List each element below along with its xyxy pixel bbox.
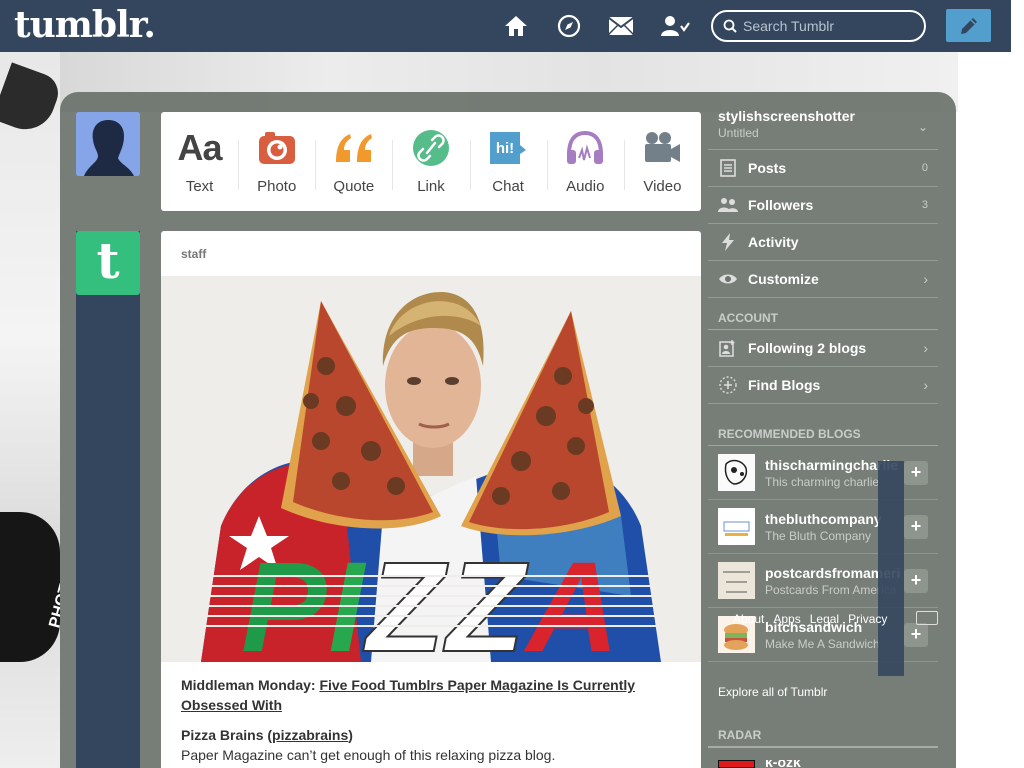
follow-button[interactable]: + [904, 568, 928, 593]
link-icon [411, 128, 451, 168]
radar-section: RADAR [708, 726, 938, 748]
sidebar-item-following[interactable]: Following 2 blogs › [708, 330, 938, 367]
chevron-right-icon: › [923, 340, 928, 356]
radar-blog-name-clip: k-ozk [765, 760, 865, 768]
post-title: Middleman Monday: Five Food Tumblrs Pape… [181, 675, 681, 715]
svg-text:hi!: hi! [496, 140, 514, 157]
footer-links: About Apps Legal Privacy [733, 612, 896, 626]
footer-link-legal[interactable]: Legal [810, 612, 839, 626]
find-blogs-icon [718, 375, 738, 395]
chevron-right-icon: › [923, 377, 928, 393]
sidebar-item-followers[interactable]: Followers 3 [708, 187, 938, 224]
search-input[interactable] [743, 18, 913, 34]
account-user-icon[interactable] [660, 12, 692, 40]
followers-icon [718, 195, 738, 215]
sidebar-item-label: Customize [748, 271, 819, 287]
pizza-lettering: PIZZA [241, 536, 621, 662]
compose-button[interactable] [946, 9, 991, 42]
blog-title: Untitled [718, 126, 759, 140]
sidebar-item-label: Following 2 blogs [748, 340, 867, 356]
post-type-bar: Aa Text Photo Quote Link hi! Chat Audio [161, 112, 701, 211]
radar-blog-avatar[interactable] [718, 760, 755, 768]
lightning-icon [718, 232, 738, 252]
video-camera-icon [642, 128, 682, 168]
radar-blog-name[interactable]: k-ozk [765, 760, 865, 768]
sidebar-item-activity[interactable]: Activity [708, 224, 938, 261]
post-type-chat[interactable]: hi! Chat [469, 112, 547, 211]
sidebar-item-label: Find Blogs [748, 377, 821, 393]
tumblr-logo[interactable]: tumblr. [14, 4, 156, 46]
follow-button[interactable]: + [904, 514, 928, 539]
follow-button[interactable]: + [904, 460, 928, 485]
post-body-text: Paper Magazine can’t get enough of this … [181, 747, 556, 763]
explore-compass-icon[interactable] [555, 12, 583, 40]
post-body-heading: Pizza Brains (pizzabrains) [181, 727, 353, 743]
posts-count: 0 [921, 162, 928, 174]
blog-avatar [718, 454, 755, 491]
post-body-name: Pizza Brains ( [181, 727, 273, 743]
follow-button[interactable]: + [904, 622, 928, 647]
following-icon [718, 338, 738, 358]
background-shoe-dark [0, 512, 60, 662]
sidebar-item-customize[interactable]: Customize › [708, 261, 938, 298]
home-icon[interactable] [502, 12, 530, 40]
post-type-text[interactable]: Aa Text [161, 112, 238, 211]
footer-link-apps[interactable]: Apps [773, 612, 800, 626]
sidebar-item-posts[interactable]: Posts 0 [708, 150, 938, 187]
sidebar-item-label: Activity [748, 234, 799, 250]
footer-link-privacy[interactable]: Privacy [848, 612, 887, 626]
chevron-down-icon: ⌄ [917, 120, 928, 134]
post-body: Pizza Brains (pizzabrains) Paper Magazin… [181, 725, 681, 765]
pencil-icon [960, 17, 977, 34]
sidebar-item-find-blogs[interactable]: Find Blogs › [708, 367, 938, 404]
document-icon [718, 158, 738, 178]
footer-link-about[interactable]: About [733, 612, 764, 626]
radar-section-title: RADAR [708, 726, 938, 748]
post-type-audio[interactable]: Audio [546, 112, 624, 211]
post-title-prefix: Middleman Monday: [181, 677, 320, 693]
explore-link[interactable]: Explore all of Tumblr [718, 685, 827, 699]
chat-icon: hi! [488, 128, 528, 168]
pizzabrains-link[interactable]: pizzabrains [272, 727, 348, 743]
sidebar-item-label: Followers [748, 197, 814, 213]
headphones-icon [565, 128, 605, 168]
post-type-link[interactable]: Link [392, 112, 469, 211]
account-section-title: ACCOUNT [708, 298, 938, 330]
chevron-right-icon: › [923, 271, 928, 287]
post-author[interactable]: staff [181, 247, 206, 261]
post-type-quote[interactable]: Quote [315, 112, 392, 211]
top-bar: tumblr. [0, 0, 1011, 52]
recommended-section-title: RECOMMENDED BLOGS [708, 404, 938, 446]
staff-avatar[interactable]: t [76, 231, 140, 295]
post-avatar-rail [76, 231, 140, 768]
text-icon: Aa [177, 127, 223, 168]
blog-avatar [718, 562, 755, 599]
user-avatar[interactable] [76, 112, 140, 176]
post-type-video[interactable]: Video [623, 112, 701, 211]
post-body-paren: ) [348, 727, 353, 743]
blog-name: stylishscreenshotter [718, 108, 855, 124]
recommended-scrollbar[interactable] [878, 461, 904, 676]
post-photo[interactable]: PIZZA [161, 276, 701, 662]
tumblr-t-logo: t [96, 231, 120, 290]
pizza-photo-illustration: PIZZA [161, 276, 701, 662]
quote-icon [334, 128, 374, 168]
keyboard-icon[interactable] [916, 611, 938, 625]
followers-count: 3 [921, 199, 928, 211]
post-type-photo[interactable]: Photo [238, 112, 315, 211]
eye-icon [718, 269, 738, 289]
messages-envelope-icon[interactable] [607, 12, 635, 40]
search-box[interactable] [711, 10, 926, 42]
blog-avatar [718, 508, 755, 545]
dashboard-post: staff PIZZA Middleman Monday: Five Food … [161, 231, 701, 768]
search-icon [723, 19, 737, 33]
sidebar-item-label: Posts [748, 160, 787, 176]
camera-icon [257, 128, 297, 168]
silhouette-icon [76, 112, 140, 176]
blog-switcher[interactable]: stylishscreenshotter Untitled ⌄ [708, 100, 938, 150]
